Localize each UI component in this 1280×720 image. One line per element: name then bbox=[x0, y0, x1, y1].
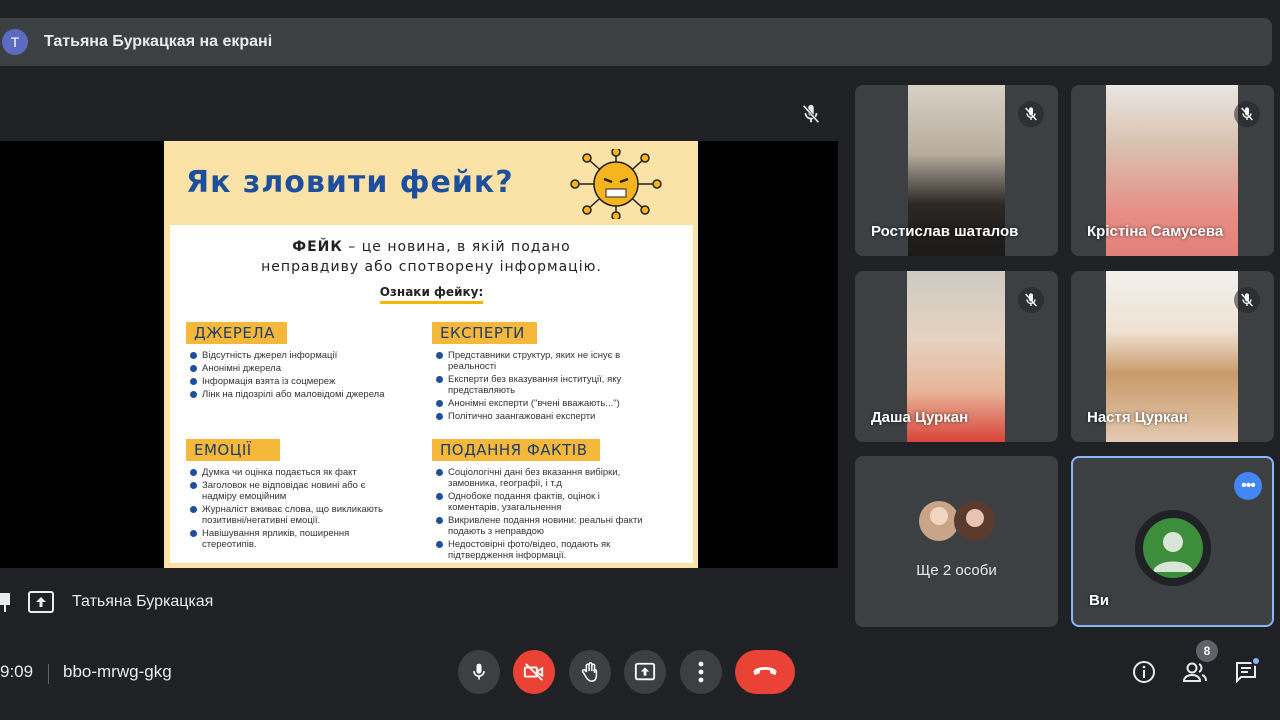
camera-button[interactable] bbox=[513, 650, 555, 694]
presenting-banner-text: Татьяна Буркацкая на екрані bbox=[44, 33, 273, 50]
self-name: Ви bbox=[1089, 592, 1110, 609]
hand-icon bbox=[581, 662, 598, 682]
list-item: Навішування ярликів, поширення стереотип… bbox=[186, 528, 386, 550]
angry-virus-icon bbox=[570, 149, 662, 219]
list-item: Журналіст вживає слова, що викликають по… bbox=[186, 504, 421, 526]
slide-title: Як зловити фейк? bbox=[186, 165, 514, 200]
fake-definition: ФЕЙК – це новина, в якій подано неправди… bbox=[170, 237, 693, 277]
hang-up-icon bbox=[753, 667, 777, 675]
participant-name: Даша Цуркан bbox=[871, 409, 969, 426]
info-icon bbox=[1133, 661, 1155, 683]
definition-text-line2: неправдиву або спотворену інформацію. bbox=[261, 259, 602, 275]
mic-off-icon bbox=[1018, 287, 1044, 313]
definition-text: – це новина, в якій подано bbox=[342, 239, 571, 255]
self-tile[interactable]: ••• Ви bbox=[1071, 456, 1274, 627]
list-item: Відсутність джерел інформації bbox=[186, 350, 426, 361]
mic-off-icon bbox=[1018, 101, 1044, 127]
more-options-button[interactable] bbox=[680, 650, 722, 694]
mic-button[interactable] bbox=[458, 650, 500, 694]
presentation-area[interactable]: Як зловити фейк? ФЕЙК – це новина, в які… bbox=[0, 141, 838, 568]
participant-tile[interactable]: Ростислав шаталов bbox=[855, 85, 1058, 256]
mic-off-icon bbox=[1234, 101, 1260, 127]
list-item: Анонімні експерти ("вчені вважають...") bbox=[432, 398, 682, 409]
participant-name: Настя Цуркан bbox=[1087, 409, 1188, 426]
meet-window: Т Татьяна Буркацкая на екрані Як зловити… bbox=[0, 0, 1280, 720]
section-experts: ЕКСПЕРТИ Представники структур, яких не … bbox=[432, 322, 682, 424]
signs-label: Ознаки фейку: bbox=[379, 285, 484, 304]
definition-keyword: ФЕЙК bbox=[292, 239, 343, 255]
slide-content: ФЕЙК – це новина, в якій подано неправди… bbox=[170, 225, 693, 563]
divider bbox=[48, 664, 49, 684]
meeting-time: 9:09 bbox=[0, 662, 34, 681]
present-icon bbox=[634, 662, 656, 681]
list-item: Політично заангажовані експерти bbox=[432, 411, 682, 422]
more-participants-label: Ще 2 особи bbox=[916, 562, 997, 579]
people-icon bbox=[1182, 662, 1207, 682]
meeting-code[interactable]: bbo-mrwg-gkg bbox=[63, 662, 172, 682]
presenter-bar: Татьяна Буркацкая bbox=[0, 588, 213, 616]
raise-hand-button[interactable] bbox=[569, 650, 611, 694]
meeting-details-button[interactable] bbox=[1130, 658, 1158, 686]
list-item: Інформація взята із соцмереж bbox=[186, 376, 426, 387]
list-item: Експерти без вказування інституції, яку … bbox=[432, 374, 632, 396]
avatar bbox=[1143, 518, 1203, 578]
section-title: ДЖЕРЕЛА bbox=[186, 322, 287, 344]
participant-avatars bbox=[919, 500, 996, 542]
people-count-badge: 8 bbox=[1196, 640, 1218, 662]
participant-name: Ростислав шаталов bbox=[871, 223, 1019, 240]
camera-off-icon bbox=[523, 663, 544, 681]
section-title: ЕКСПЕРТИ bbox=[432, 322, 537, 344]
chat-notification-dot bbox=[1251, 656, 1261, 666]
section-title: ЕМОЦІЇ bbox=[186, 439, 280, 461]
list-item: Представники структур, яких не існує в р… bbox=[432, 350, 622, 372]
section-sources: ДЖЕРЕЛА Відсутність джерел інформації Ан… bbox=[186, 322, 426, 402]
list-item: Однобоке подання фактів, оцінок і комент… bbox=[432, 491, 632, 513]
presenter-name: Татьяна Буркацкая bbox=[72, 593, 214, 610]
list-item: Лінк на підозрілі або маловідомі джерела bbox=[186, 389, 386, 400]
participant-tile[interactable]: Настя Цуркан bbox=[1071, 271, 1274, 442]
participant-tile[interactable]: Крістіна Самусева bbox=[1071, 85, 1274, 256]
mic-off-icon bbox=[1234, 287, 1260, 313]
participant-tile[interactable]: Даша Цуркан bbox=[855, 271, 1058, 442]
list-item: Недостовірні фото/відео, подають як підт… bbox=[432, 539, 642, 561]
list-item: Викривлене подання новини: реальні факти… bbox=[432, 515, 652, 537]
participant-name: Крістіна Самусева bbox=[1087, 223, 1224, 240]
mic-off-icon bbox=[802, 104, 820, 124]
more-participants-tile[interactable]: Ще 2 особи bbox=[855, 456, 1058, 627]
list-item: Заголовок не відповідає новині або є над… bbox=[186, 480, 396, 502]
mic-icon bbox=[473, 663, 485, 680]
person-icon bbox=[1153, 532, 1193, 572]
list-item: Думка чи оцінка подається як факт bbox=[186, 467, 436, 478]
section-facts: ПОДАННЯ ФАКТІВ Соціологічні дані без вка… bbox=[432, 439, 682, 563]
signs-heading: Ознаки фейку: bbox=[170, 283, 693, 304]
list-item: Соціологічні дані без вказання вибірки, … bbox=[432, 467, 647, 489]
pin-icon[interactable] bbox=[0, 591, 14, 613]
presenting-banner: Т Татьяна Буркацкая на екрані bbox=[0, 18, 1272, 66]
people-button[interactable] bbox=[1181, 658, 1209, 686]
section-title: ПОДАННЯ ФАКТІВ bbox=[432, 439, 600, 461]
list-item: Анонімні джерела bbox=[186, 363, 426, 374]
more-options-button[interactable]: ••• bbox=[1234, 472, 1262, 500]
leave-call-button[interactable] bbox=[735, 650, 795, 694]
present-now-button[interactable] bbox=[624, 650, 666, 694]
more-vert-icon bbox=[698, 661, 704, 683]
presenter-avatar: Т bbox=[2, 29, 28, 55]
section-emotions: ЕМОЦІЇ Думка чи оцінка подається як факт… bbox=[186, 439, 436, 552]
present-screen-icon bbox=[28, 591, 54, 613]
slide: Як зловити фейк? ФЕЙК – це новина, в які… bbox=[164, 141, 698, 568]
